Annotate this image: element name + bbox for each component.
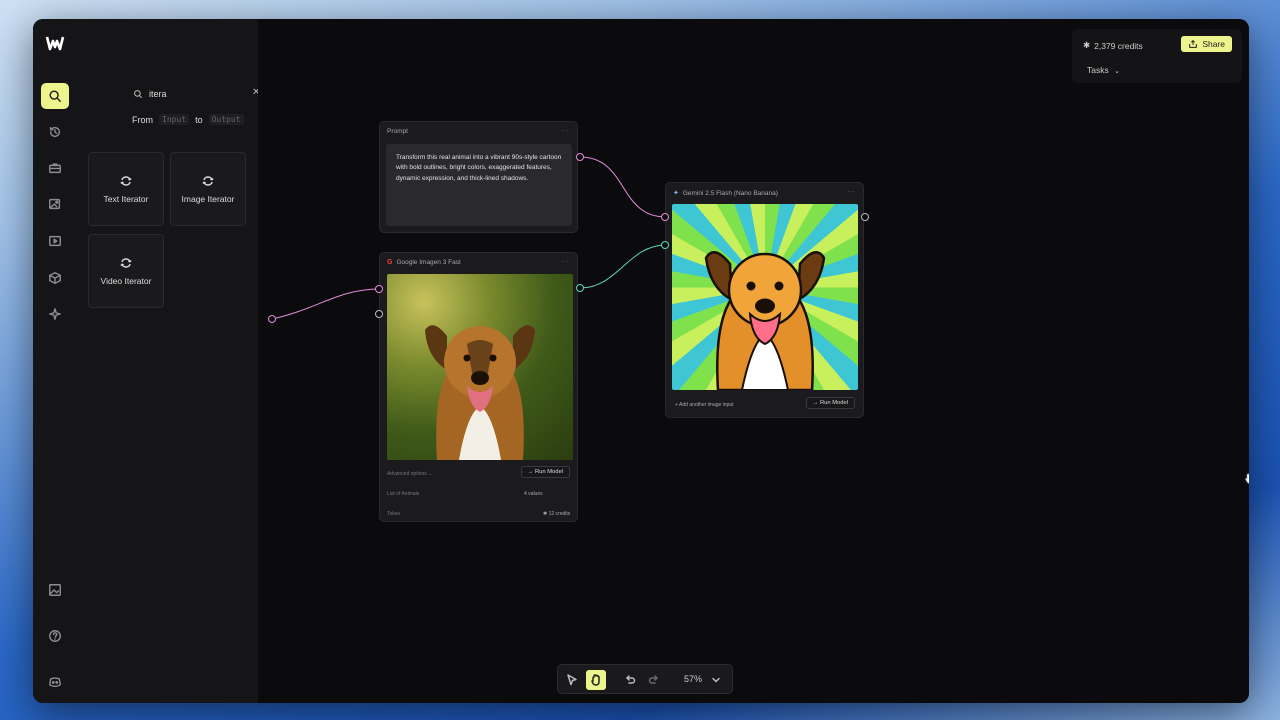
output-chip[interactable]: Output bbox=[208, 114, 244, 125]
chevron-down-icon: ⌄ bbox=[1114, 68, 1120, 75]
node-header: ✦ Gemini 2.5 Flash (Nano Banana) bbox=[673, 189, 778, 198]
edge-pink bbox=[579, 156, 667, 218]
node-header: G Google Imagen 3 Fast bbox=[387, 259, 461, 266]
node-title: Prompt bbox=[387, 128, 408, 135]
prompt-node[interactable]: Prompt ··· Transform this real animal in… bbox=[379, 121, 578, 233]
input-port[interactable] bbox=[661, 213, 669, 221]
node-title: Google Imagen 3 Fast bbox=[396, 259, 461, 266]
run-model-button[interactable]: → Run Model bbox=[805, 397, 855, 409]
gemini-node[interactable]: ✦ Gemini 2.5 Flash (Nano Banana) ··· + A… bbox=[665, 182, 864, 418]
app-window: untitled itera ✕ From Input to Output Te… bbox=[33, 19, 1249, 703]
share-label: Share bbox=[1202, 39, 1225, 49]
text-iterator-tile[interactable]: Text Iterator bbox=[88, 152, 164, 226]
tile-label: Video Iterator bbox=[100, 276, 152, 286]
tasks-label: Tasks bbox=[1087, 65, 1109, 75]
icon-rail bbox=[33, 19, 77, 703]
sparkle-icon[interactable] bbox=[41, 301, 69, 327]
search-value: itera bbox=[149, 89, 167, 99]
edge-pink bbox=[271, 288, 381, 320]
canvas-toolbar: 57% bbox=[557, 664, 733, 694]
sparkle-icon: ✱ bbox=[1083, 40, 1091, 50]
prompt-textarea[interactable]: Transform this real animal into a vibran… bbox=[386, 144, 572, 226]
share-button[interactable]: Share bbox=[1181, 36, 1232, 52]
gallery-icon[interactable] bbox=[41, 577, 69, 603]
iterator-icon bbox=[202, 176, 214, 186]
output-port[interactable] bbox=[861, 213, 869, 221]
list-value[interactable]: 4 values bbox=[524, 491, 543, 497]
filter-row: From Input to Output bbox=[132, 114, 244, 125]
more-icon[interactable]: ··· bbox=[561, 257, 569, 266]
input-port[interactable] bbox=[375, 285, 383, 293]
credits-display[interactable]: ✱ 2,379 credits bbox=[1083, 40, 1143, 51]
hand-tool-icon[interactable] bbox=[586, 670, 606, 690]
chevron-down-icon[interactable] bbox=[706, 670, 726, 690]
google-icon: G bbox=[387, 259, 393, 266]
more-icon[interactable]: ··· bbox=[847, 187, 855, 196]
add-image-input-button[interactable]: + Add another image input bbox=[675, 402, 734, 408]
logo-icon[interactable] bbox=[45, 33, 65, 53]
imagen-node[interactable]: G Google Imagen 3 Fast ··· Advanced opti… bbox=[379, 252, 578, 522]
search-icon bbox=[134, 90, 143, 99]
advanced-options-toggle[interactable]: Advanced options ⌄ bbox=[387, 471, 432, 477]
search-icon[interactable] bbox=[41, 83, 69, 109]
to-label: to bbox=[195, 114, 203, 125]
cube-icon[interactable] bbox=[41, 265, 69, 291]
discord-icon[interactable] bbox=[41, 669, 69, 695]
sparkle-icon: ✦ bbox=[673, 190, 679, 197]
share-icon bbox=[1189, 39, 1198, 48]
redo-icon[interactable] bbox=[644, 670, 664, 690]
tasks-dropdown[interactable]: Tasks ⌄ bbox=[1087, 65, 1120, 75]
image-edit-icon[interactable] bbox=[41, 191, 69, 217]
output-port[interactable] bbox=[268, 315, 276, 323]
history-icon[interactable] bbox=[41, 119, 69, 145]
node-library-panel: itera ✕ From Input to Output Text Iterat… bbox=[77, 19, 286, 703]
pointer-tool-icon[interactable] bbox=[562, 670, 582, 690]
more-icon[interactable]: ··· bbox=[561, 126, 569, 135]
hand-cursor-icon bbox=[1245, 472, 1249, 484]
video-icon[interactable] bbox=[41, 228, 69, 254]
run-model-button[interactable]: → Run Model bbox=[520, 466, 570, 478]
list-label: List of Animals bbox=[387, 491, 420, 497]
tile-label: Image Iterator bbox=[181, 194, 235, 204]
video-iterator-tile[interactable]: Video Iterator bbox=[88, 234, 164, 308]
image-iterator-tile[interactable]: Image Iterator bbox=[170, 152, 246, 226]
from-label: From bbox=[132, 114, 153, 125]
briefcase-icon[interactable] bbox=[41, 155, 69, 181]
search-input[interactable]: itera bbox=[133, 85, 263, 103]
input-chip[interactable]: Input bbox=[159, 114, 190, 125]
input-port[interactable] bbox=[375, 310, 383, 318]
output-port[interactable] bbox=[576, 284, 584, 292]
iterator-icon bbox=[120, 258, 132, 268]
credits-value: 2,379 credits bbox=[1094, 40, 1143, 51]
help-icon[interactable] bbox=[41, 623, 69, 649]
output-image-cartoon-dog bbox=[672, 204, 858, 390]
output-port[interactable] bbox=[576, 153, 584, 161]
footer-label: Tokes bbox=[387, 511, 401, 517]
edge-green bbox=[579, 244, 667, 289]
workflow-canvas[interactable]: Prompt ··· Transform this real animal in… bbox=[258, 19, 1249, 703]
zoom-level[interactable]: 57% bbox=[684, 674, 702, 684]
output-image-dog-photo bbox=[387, 274, 573, 460]
tile-label: Text Iterator bbox=[103, 194, 149, 204]
iterator-icon bbox=[120, 176, 132, 186]
header-actions: ✱ 2,379 credits Share Tasks ⌄ bbox=[1072, 29, 1242, 83]
credits-cost: ✱ 12 credits bbox=[543, 511, 571, 517]
input-port[interactable] bbox=[661, 241, 669, 249]
node-title: Gemini 2.5 Flash (Nano Banana) bbox=[682, 189, 778, 197]
undo-icon[interactable] bbox=[620, 670, 640, 690]
